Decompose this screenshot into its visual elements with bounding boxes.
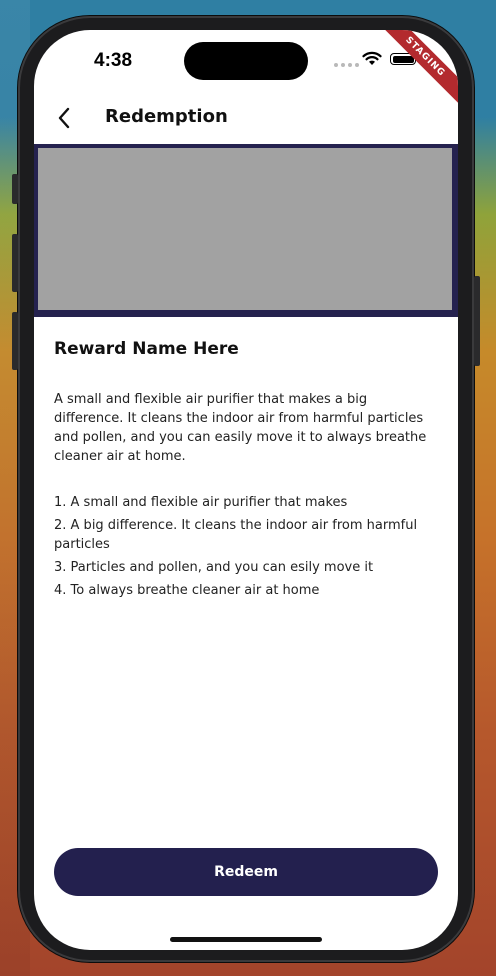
cellular-signal-icon (334, 63, 359, 67)
power-button (474, 276, 480, 366)
dynamic-island (184, 42, 308, 80)
list-item: 3. Particles and pollen, and you can esi… (54, 560, 374, 575)
chevron-left-icon (58, 107, 70, 129)
reward-description: A small and flexible air purifier that m… (54, 392, 427, 464)
redeem-button[interactable]: Redeem (54, 848, 438, 896)
volume-down-button (12, 312, 18, 370)
home-indicator[interactable] (170, 937, 322, 942)
wifi-icon (362, 51, 382, 65)
volume-up-button (12, 234, 18, 292)
navigation-bar: Redemption (34, 92, 458, 144)
reward-details: Reward Name Here A small and flexible ai… (54, 317, 440, 604)
list-item: 2. A big difference. It cleans the indoo… (54, 518, 418, 552)
page-title: Redemption (105, 106, 228, 127)
reward-image (38, 148, 452, 310)
back-button[interactable] (50, 104, 78, 132)
action-button (12, 174, 18, 204)
list-item: 4. To always breathe cleaner air at home (54, 583, 320, 598)
reward-image-frame (34, 144, 458, 317)
status-bar: 4:38 STAGING (34, 30, 458, 110)
status-time: 4:38 (94, 50, 133, 71)
reward-feature-list: 1. A small and flexible air purifier tha… (54, 493, 440, 600)
reward-name: Reward Name Here (54, 339, 239, 359)
app-screen: 4:38 STAGING Redemption Reward Name Here… (34, 30, 458, 950)
list-item: 1. A small and flexible air purifier tha… (54, 495, 348, 510)
